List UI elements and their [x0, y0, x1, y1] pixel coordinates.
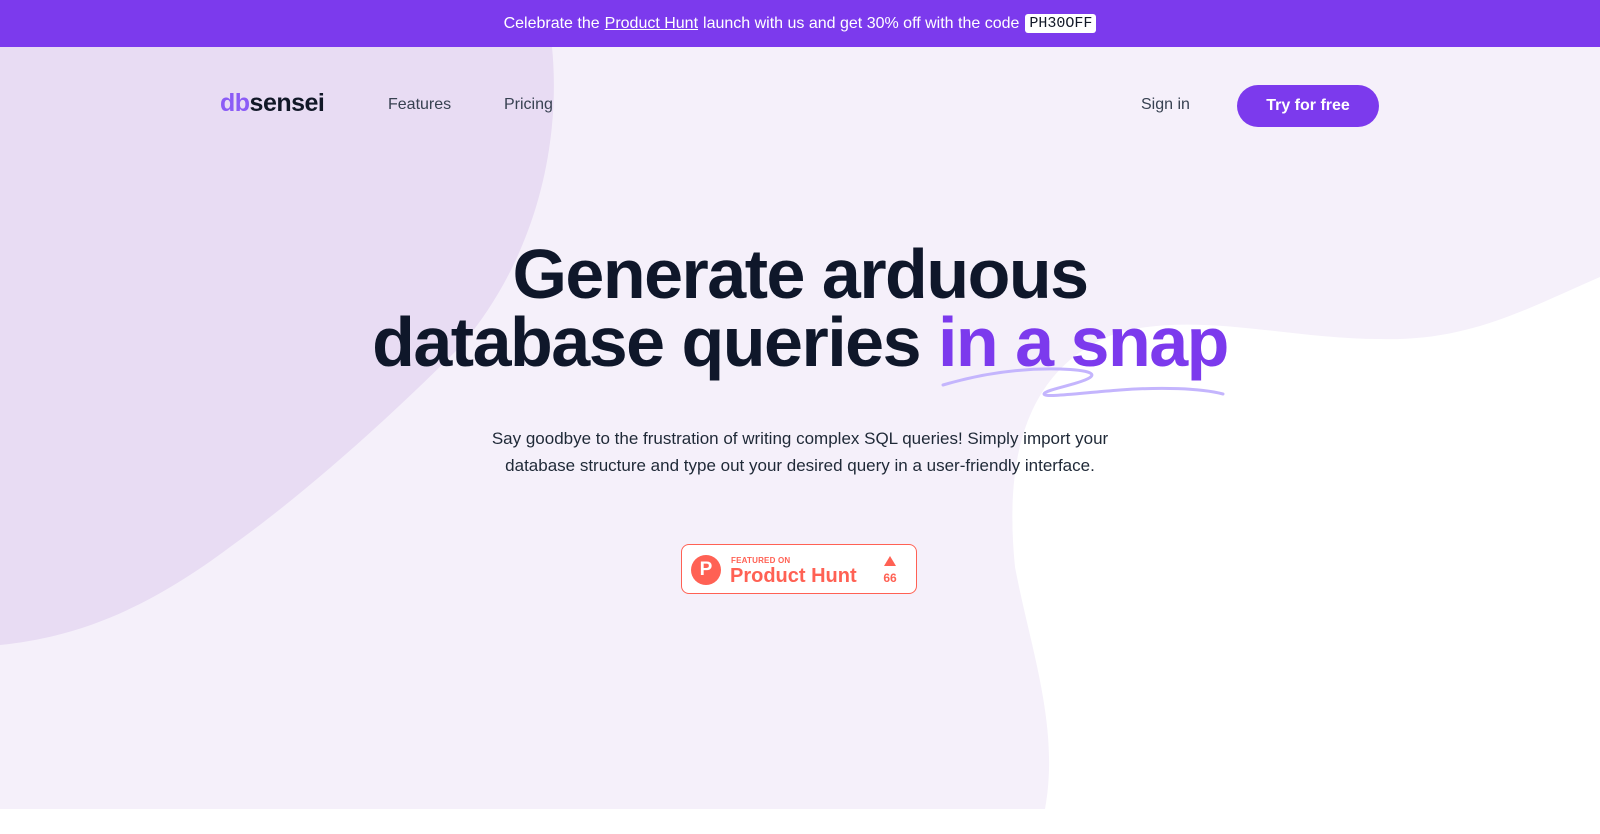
featured-on-label: FEATURED ON — [731, 556, 791, 565]
dbsensei-logo[interactable]: dbsensei — [220, 89, 325, 118]
nav-features-link[interactable]: Features — [388, 96, 451, 114]
logo-db: db — [220, 89, 250, 117]
headline-accent: in a snap — [937, 303, 1229, 381]
top-nav: dbsensei Features Pricing Sign in Try fo… — [0, 47, 1600, 159]
hero-headline: Generate arduous database queries in a s… — [0, 235, 1600, 377]
upvote-arrow-icon — [884, 556, 896, 566]
sign-in-link[interactable]: Sign in — [1141, 96, 1190, 114]
logo-sensei: sensei — [249, 89, 325, 117]
hero-subtext: Say goodbye to the frustration of writin… — [491, 429, 1109, 475]
banner-prefix: Celebrate the — [503, 14, 600, 32]
headline-line-2: database queries in a snap — [0, 307, 1600, 377]
product-hunt-label: Product Hunt — [730, 565, 857, 587]
promo-banner: Celebrate the Product Hunt launch with u… — [0, 0, 1600, 47]
headline-plain: database queries — [372, 303, 921, 381]
upvote-count: 66 — [883, 571, 897, 585]
product-hunt-logo-icon: P — [691, 555, 721, 585]
nav-pricing-link[interactable]: Pricing — [504, 96, 553, 114]
banner-promo-code: PH30OFF — [1025, 14, 1097, 33]
product-hunt-badge[interactable]: P FEATURED ON Product Hunt 66 — [681, 544, 917, 594]
headline-line-1: Generate arduous — [512, 235, 1089, 313]
banner-middle: launch with us and get 30% off with the … — [703, 14, 1020, 32]
try-for-free-button[interactable]: Try for free — [1237, 85, 1379, 127]
banner-product-hunt-link[interactable]: Product Hunt — [605, 15, 698, 33]
